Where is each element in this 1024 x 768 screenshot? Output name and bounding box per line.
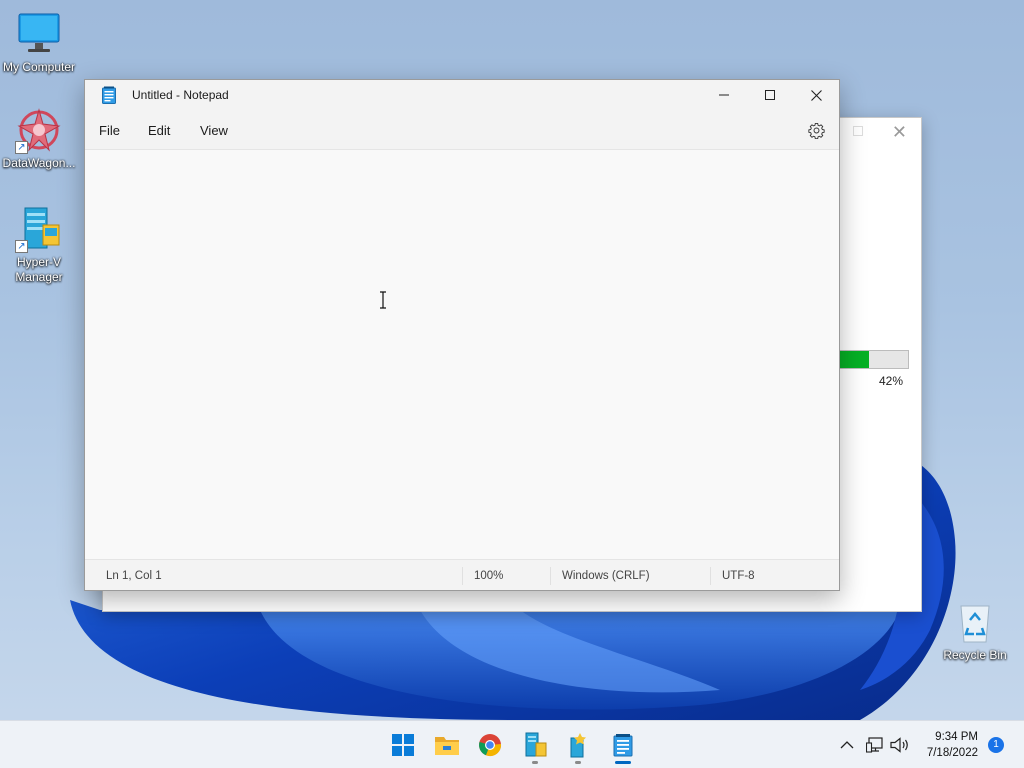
zoom-level: 100% <box>474 570 504 582</box>
clock-time: 9:34 PM <box>935 731 978 743</box>
hyperv-icon <box>525 732 547 757</box>
running-indicator <box>575 761 581 764</box>
text-cursor-icon <box>378 291 388 309</box>
menu-bar: File Edit View <box>85 110 839 150</box>
network-button[interactable] <box>866 721 884 768</box>
text-editor[interactable] <box>85 151 839 559</box>
volume-button[interactable] <box>890 721 910 768</box>
title-bar[interactable]: Untitled - Notepad <box>85 80 839 110</box>
notification-badge[interactable]: 1 <box>988 737 1004 753</box>
taskbar-installer[interactable] <box>564 731 592 759</box>
datawagon-icon: ↗ <box>15 106 63 154</box>
gear-icon[interactable] <box>808 122 825 140</box>
desktop-icon-my-computer[interactable]: My Computer <box>1 10 77 75</box>
taskbar-notepad[interactable] <box>609 731 637 759</box>
maximize-icon <box>765 90 775 100</box>
close-button[interactable] <box>793 80 839 110</box>
desktop-icon-recycle-bin[interactable]: Recycle Bin <box>937 598 1013 663</box>
notepad-icon <box>102 86 116 104</box>
start-button[interactable] <box>389 731 417 759</box>
folder-icon <box>435 737 459 755</box>
maximize-button[interactable] <box>853 126 863 136</box>
chevron-up-icon <box>840 741 854 749</box>
desktop-icon-label: Recycle Bin <box>943 648 1007 662</box>
desktop-icon-label: Hyper-V Manager <box>15 255 63 284</box>
notepad-window[interactable]: Untitled - Notepad File Edit View Ln 1, … <box>84 79 840 591</box>
taskbar-hyperv[interactable] <box>521 731 549 759</box>
taskbar: 9:34 PM 7/18/2022 1 <box>0 720 1024 768</box>
notepad-icon <box>613 734 633 757</box>
minimize-button[interactable] <box>701 80 747 110</box>
windows-start-icon <box>392 734 414 756</box>
status-divider <box>550 567 551 585</box>
hyperv-icon: ↗ <box>15 205 63 253</box>
taskbar-chrome[interactable] <box>476 731 504 759</box>
monitor-icon <box>15 10 63 58</box>
running-indicator <box>532 761 538 764</box>
menu-file[interactable]: File <box>99 123 120 138</box>
desktop-icon-label: My Computer <box>2 60 76 74</box>
close-icon <box>810 89 822 101</box>
clock-date: 7/18/2022 <box>926 747 978 759</box>
desktop-icon-label: DataWagon... <box>2 156 76 170</box>
menu-view[interactable]: View <box>200 123 228 138</box>
window-title: Untitled - Notepad <box>132 88 229 102</box>
shortcut-arrow-icon: ↗ <box>15 141 28 154</box>
status-bar: Ln 1, Col 1 100% Windows (CRLF) UTF-8 <box>85 559 839 590</box>
encoding: UTF-8 <box>722 570 755 582</box>
recycle-bin-icon <box>951 598 999 646</box>
cursor-position: Ln 1, Col 1 <box>106 570 162 582</box>
desktop-icon-hyperv-manager[interactable]: ↗ Hyper-V Manager <box>1 205 77 285</box>
desktop-icon-datawagon[interactable]: ↗ DataWagon... <box>1 106 77 171</box>
maximize-button[interactable] <box>747 80 793 110</box>
progress-bar <box>839 350 909 369</box>
menu-edit[interactable]: Edit <box>148 123 170 138</box>
progress-fill <box>840 351 869 368</box>
status-divider <box>462 567 463 585</box>
status-divider <box>710 567 711 585</box>
speaker-icon <box>890 737 908 753</box>
line-ending: Windows (CRLF) <box>562 570 650 582</box>
installer-icon <box>570 733 586 758</box>
close-button[interactable]: ✕ <box>892 122 907 143</box>
tray-overflow-button[interactable] <box>840 721 854 768</box>
taskbar-file-explorer[interactable] <box>433 731 461 759</box>
active-indicator <box>615 761 631 764</box>
system-clock[interactable]: 9:34 PM 7/18/2022 <box>927 729 978 761</box>
shortcut-arrow-icon: ↗ <box>15 240 28 253</box>
progress-percent: 42% <box>878 374 903 388</box>
minimize-icon <box>719 94 729 96</box>
network-icon <box>866 737 883 753</box>
chrome-icon <box>479 734 502 757</box>
